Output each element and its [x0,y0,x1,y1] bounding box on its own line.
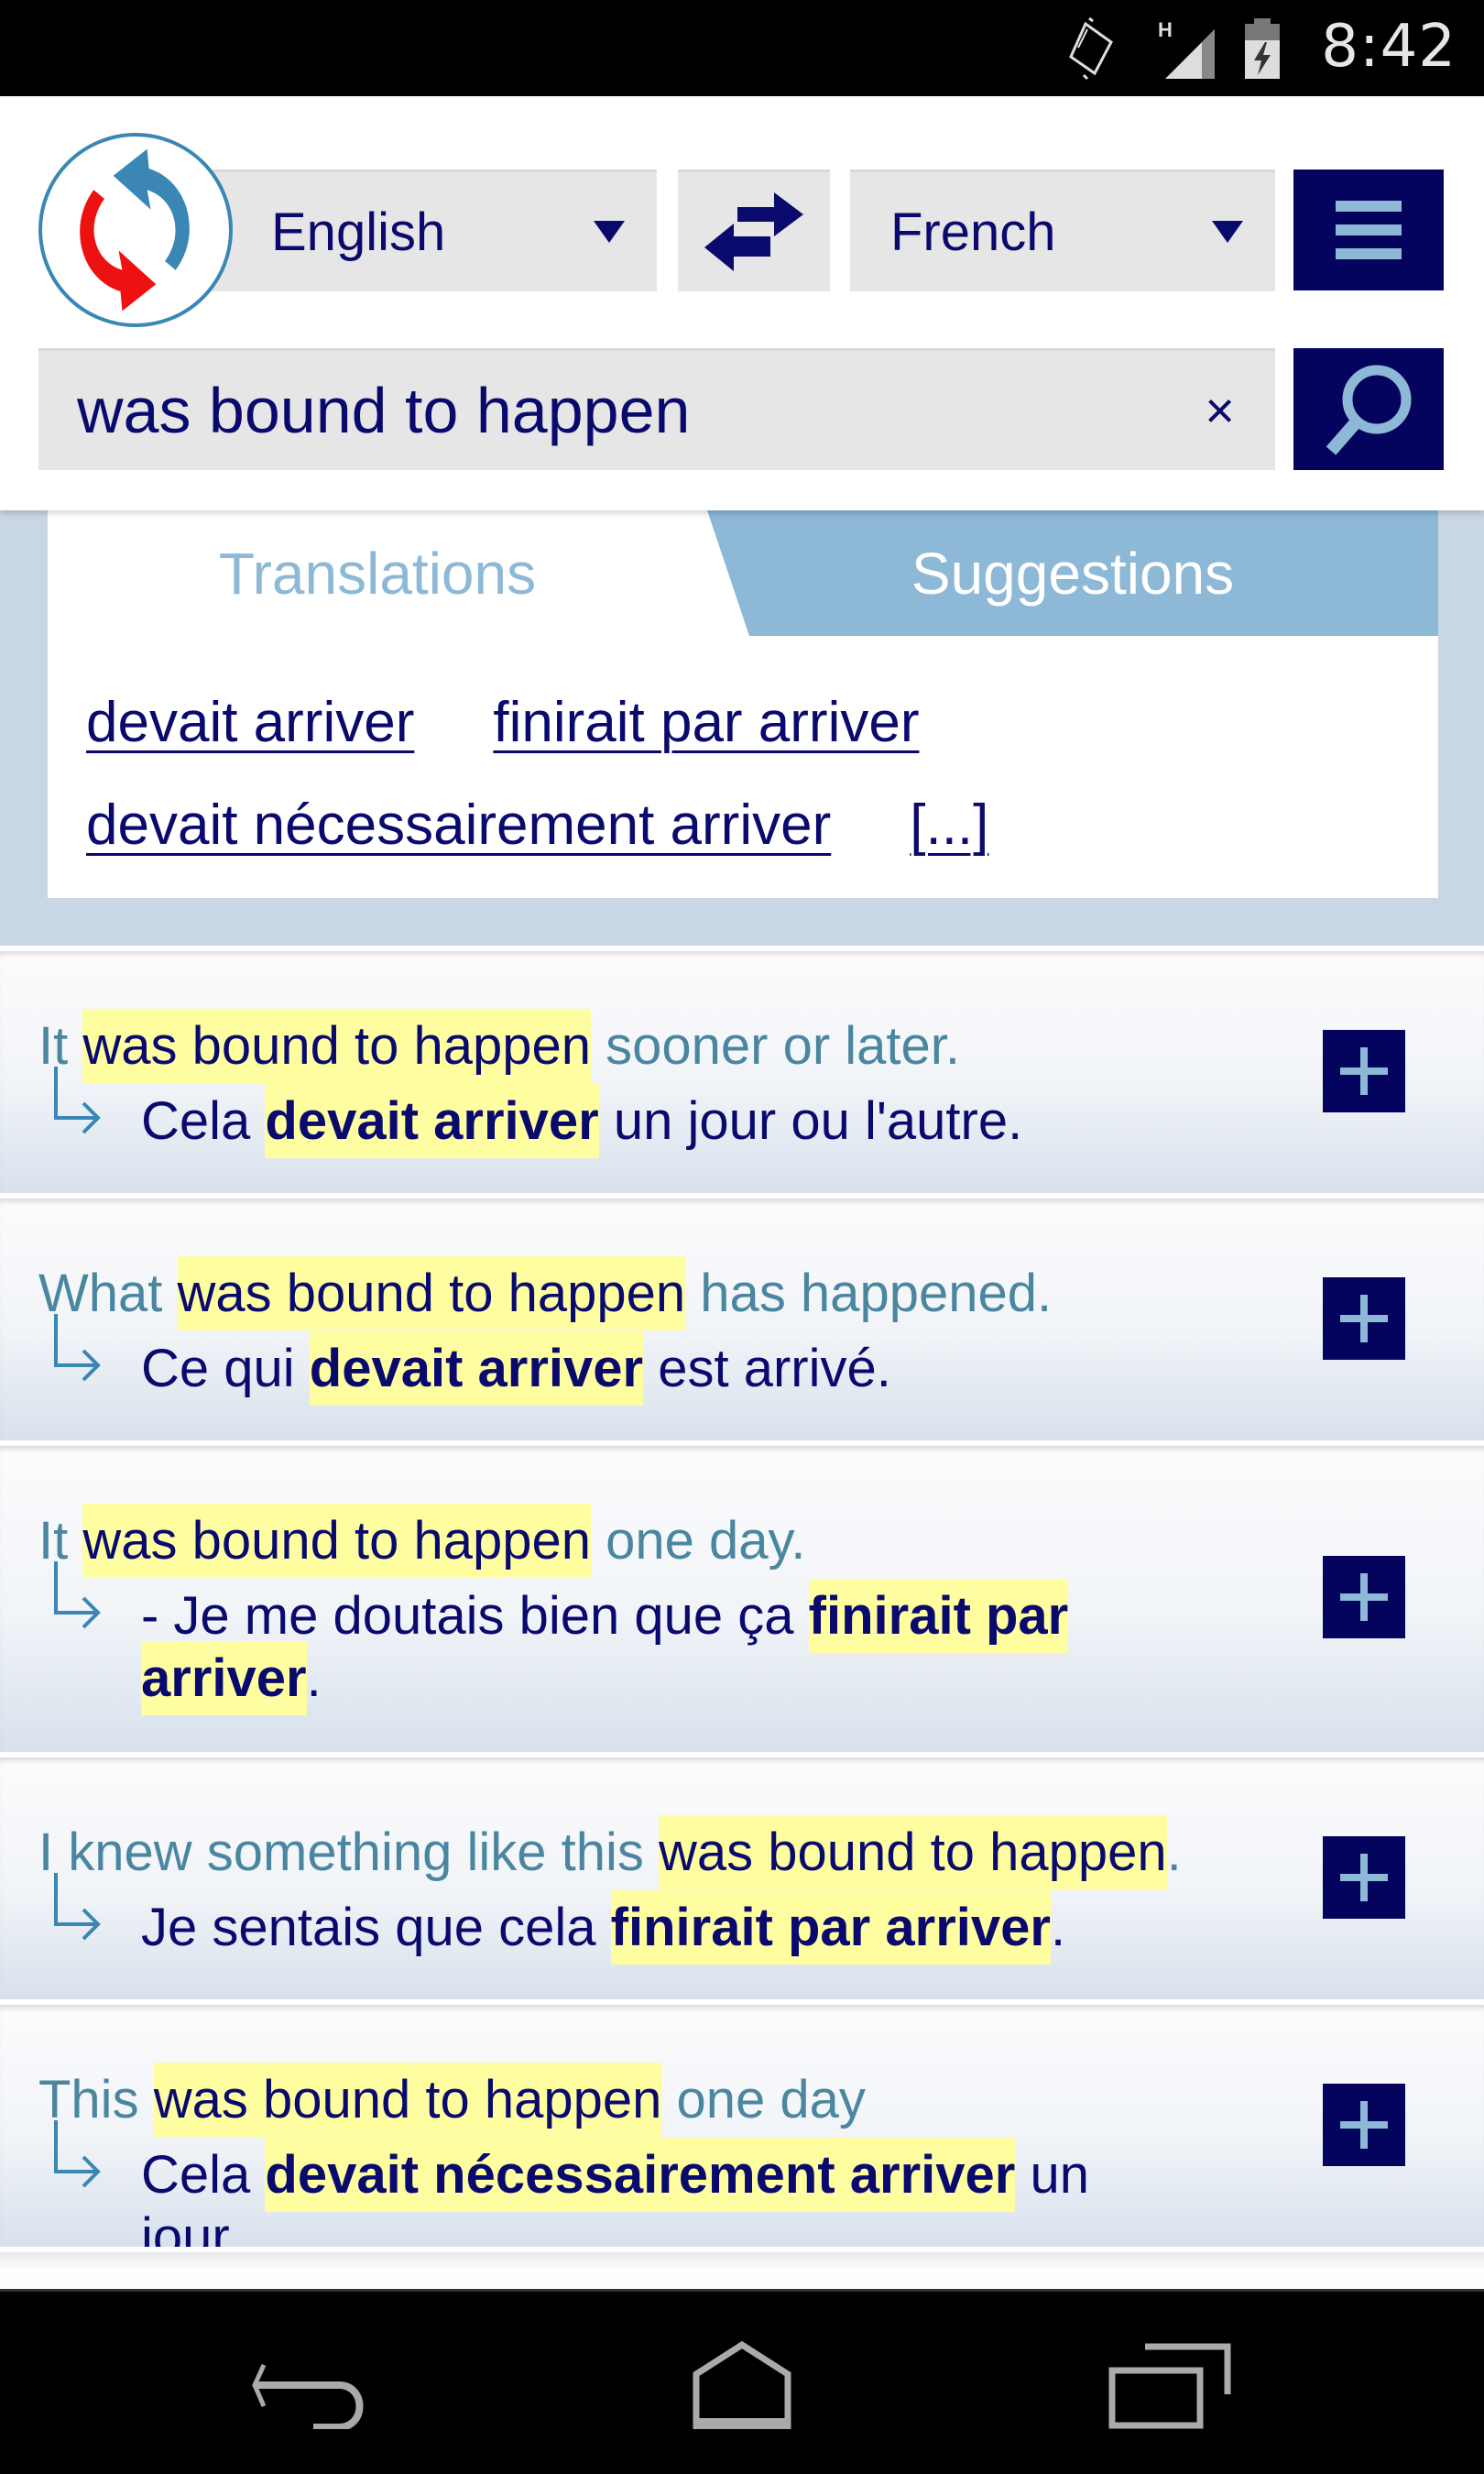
network-type: H [1158,18,1173,41]
recent-apps-icon[interactable] [1099,2337,1246,2429]
translation-link[interactable]: finirait par arriver [493,690,919,755]
source-sentence: This was bound to happen one day [38,2063,866,2137]
target-language-label: French [890,202,1056,262]
arrow-down-right-icon [54,1314,101,1382]
search-button[interactable] [1293,348,1444,470]
plus-icon [1340,1854,1388,1901]
plus-icon [1340,1295,1388,1342]
app-header: English French × [0,96,1484,510]
home-icon[interactable] [669,2337,815,2429]
source-match: was bound to happen [153,2063,662,2137]
screen-rotation-icon [1069,16,1113,81]
translation-link[interactable]: devait arriver [86,690,414,755]
tab-translations[interactable]: Translations [48,510,707,636]
arrow-down-right-icon [54,1561,101,1629]
translations-panel: Translations Suggestions devait arriver … [0,510,1484,946]
source-text: . [1166,1823,1182,1882]
translation-text: est arrivé. [643,1339,891,1398]
tab-suggestions[interactable]: Suggestions [707,510,1438,636]
plus-icon [1340,1573,1388,1621]
translation-match: devait arriver [265,1084,599,1158]
list-item: It was bound to happen sooner or later. … [0,946,1484,1193]
example-sentences-list: It was bound to happen sooner or later. … [0,946,1484,2289]
translation-text: Cela [141,1091,266,1151]
swap-languages-button[interactable] [678,170,830,291]
source-match: was bound to happen [82,1504,592,1578]
add-button[interactable] [1323,1277,1405,1360]
app-logo[interactable] [38,133,233,327]
source-sentence: It was bound to happen sooner or later. [38,1009,961,1083]
list-item-partial [0,2247,1484,2289]
system-nav-bar [0,2289,1484,2474]
arrow-down-right-icon [54,1067,101,1134]
search-box: × [38,348,1275,470]
source-text: one day. [591,1511,806,1571]
swap-arrows-icon [704,192,803,271]
signal-icon: H [1158,18,1215,79]
source-text: sooner or later. [591,1016,961,1076]
hamburger-line [1336,224,1402,235]
translation-match: devait nécessairement arriver [265,2138,1016,2212]
chevron-down-icon [1212,221,1243,243]
translated-sentence: Je sentais que cela finirait par arriver… [141,1890,1112,1965]
source-match: was bound to happen [82,1009,592,1083]
add-button[interactable] [1323,1030,1405,1112]
translation-text: Cela [141,2145,266,2205]
translated-sentence: Cela devait arriver un jour ou l'autre. [141,1084,1112,1158]
source-sentence: It was bound to happen one day. [38,1504,806,1578]
source-match: was bound to happen [658,1815,1167,1889]
more-translations-link[interactable]: [...] [910,793,988,858]
arrow-down-right-icon [54,1873,101,1941]
chevron-down-icon [594,221,625,243]
clear-search-button[interactable]: × [1205,378,1235,443]
translation-match: devait arriver [309,1331,644,1406]
translation-text: Je sentais que cela [141,1898,611,1957]
list-item: What was bound to happen has happened. C… [0,1193,1484,1440]
translated-sentence: Ce qui devait arriver est arrivé. [141,1331,1112,1406]
hamburger-line [1336,248,1402,259]
source-language-label: English [271,202,446,262]
battery-charging-icon [1245,18,1280,79]
source-text: I knew something like this [38,1823,659,1882]
source-language-select[interactable]: English [211,170,657,291]
translations-card: Translations Suggestions devait arriver … [48,510,1438,898]
source-sentence: I knew something like this was bound to … [38,1815,1182,1889]
list-item: I knew something like this was bound to … [0,1752,1484,1999]
arrow-down-right-icon [54,2120,101,2188]
translation-text: - Je me doutais bien que ça [141,1586,809,1646]
hamburger-menu-icon [1336,201,1402,212]
menu-button[interactable] [1293,170,1444,290]
add-button[interactable] [1323,1556,1405,1638]
status-bar: H 8:42 [0,0,1484,96]
translation-text: . [1050,1898,1066,1957]
translation-link[interactable]: devait nécessairement arriver [86,793,831,858]
back-icon[interactable] [238,2337,385,2429]
source-text: one day [661,2070,866,2129]
add-button[interactable] [1323,2084,1405,2166]
list-item: It was bound to happen one day. - Je me … [0,1440,1484,1752]
source-text: has happened. [685,1264,1053,1323]
source-match: was bound to happen [177,1256,686,1330]
magnifier-icon [1326,365,1412,455]
translation-links: devait arriver finirait par arriver deva… [86,671,1277,876]
clock: 8:42 [1321,13,1457,81]
translated-sentence: - Je me doutais bien que ça finirait par… [141,1579,1075,1715]
translation-text: Ce qui [141,1339,310,1398]
plus-icon [1340,1047,1388,1095]
translation-text: . [306,1648,322,1708]
plus-icon [1340,2101,1388,2149]
target-language-select[interactable]: French [850,170,1275,291]
search-input[interactable] [77,351,1158,470]
list-item: This was bound to happen one day Cela de… [0,1999,1484,2267]
translation-text: un jour ou l'autre. [598,1091,1023,1151]
add-button[interactable] [1323,1836,1405,1919]
refresh-arrows-icon [80,148,190,312]
translation-match: finirait par arriver [610,1890,1051,1965]
source-sentence: What was bound to happen has happened. [38,1256,1053,1330]
